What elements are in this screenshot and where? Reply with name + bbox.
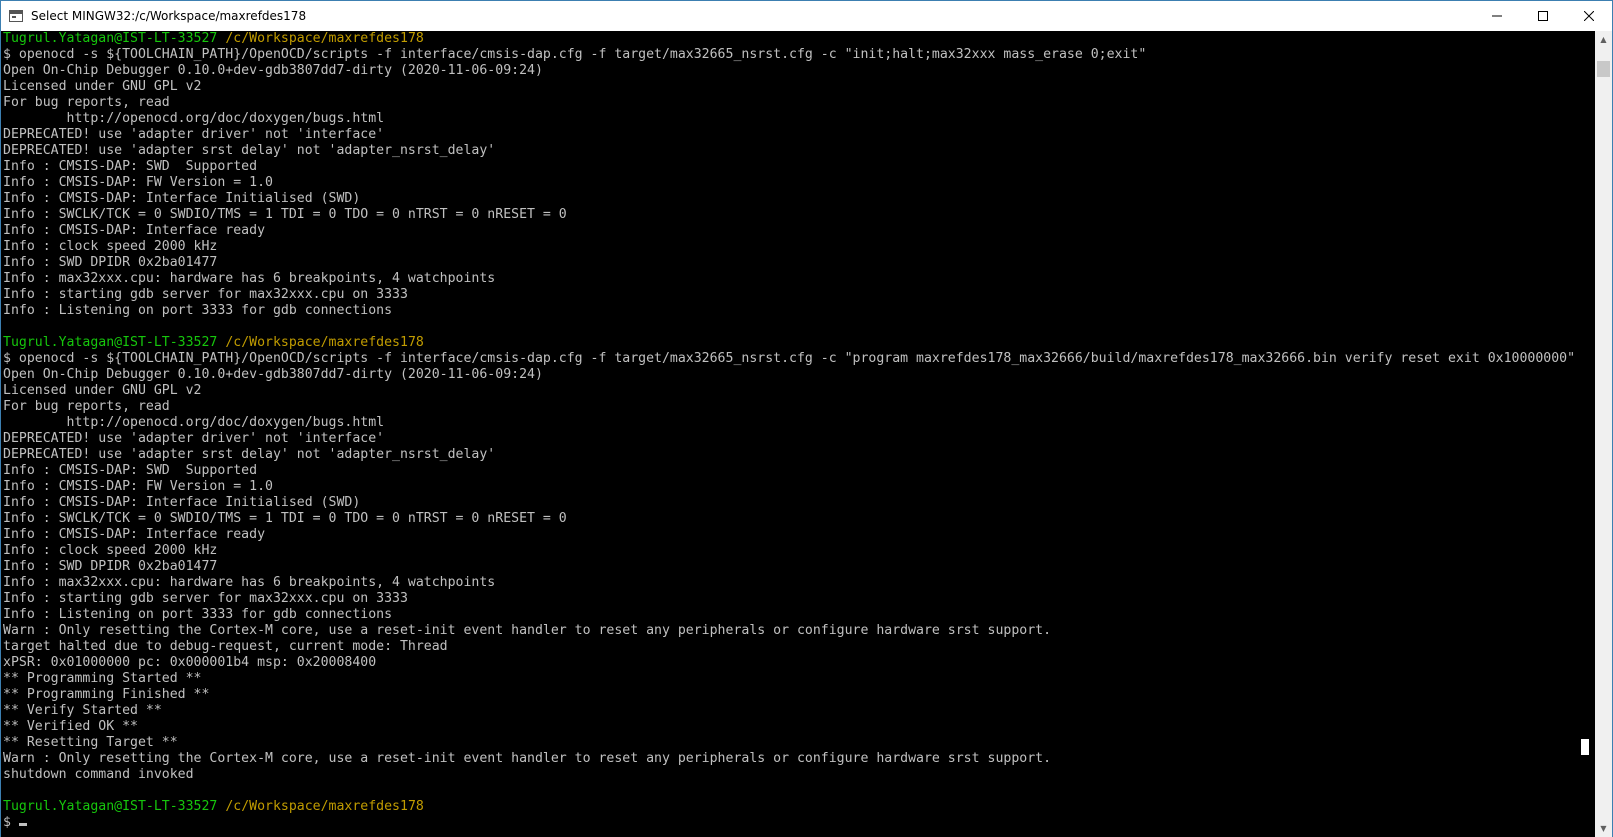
terminal-output[interactable]: Tugrul.Yatagan@IST-LT-33527 /c/Workspace… bbox=[1, 31, 1595, 837]
output-line: Info : CMSIS-DAP: Interface Initialised … bbox=[3, 495, 361, 510]
output-line: DEPRECATED! use 'adapter srst delay' not… bbox=[3, 143, 496, 158]
prompt-line: Tugrul.Yatagan@IST-LT-33527 /c/Workspace… bbox=[3, 335, 1595, 351]
terminal-lines: Tugrul.Yatagan@IST-LT-33527 /c/Workspace… bbox=[1, 31, 1595, 831]
maximize-button[interactable] bbox=[1520, 1, 1566, 31]
close-icon bbox=[1584, 11, 1594, 21]
text-cursor bbox=[18, 823, 27, 826]
output-line: Info : CMSIS-DAP: FW Version = 1.0 bbox=[3, 175, 273, 190]
output-line: Info : SWCLK/TCK = 0 SWDIO/TMS = 1 TDI =… bbox=[3, 207, 567, 222]
output-line: DEPRECATED! use 'adapter driver' not 'in… bbox=[3, 431, 385, 446]
prompt-line: Tugrul.Yatagan@IST-LT-33527 /c/Workspace… bbox=[3, 799, 1595, 815]
output-line: Open On-Chip Debugger 0.10.0+dev-gdb3807… bbox=[3, 367, 543, 382]
prompt-user: Tugrul.Yatagan@IST-LT-33527 bbox=[3, 31, 218, 46]
close-button[interactable] bbox=[1566, 1, 1612, 31]
output-line: Info : CMSIS-DAP: Interface ready bbox=[3, 527, 266, 542]
output-line: Info : starting gdb server for max32xxx.… bbox=[3, 591, 408, 606]
input-prompt: $ bbox=[3, 815, 19, 830]
minimize-button[interactable] bbox=[1474, 1, 1520, 31]
output-line: Info : clock speed 2000 kHz bbox=[3, 239, 218, 254]
output-line: Licensed under GNU GPL v2 bbox=[3, 79, 202, 94]
output-line: Info : CMSIS-DAP: SWD Supported bbox=[3, 159, 258, 174]
scroll-thumb[interactable] bbox=[1597, 61, 1610, 77]
output-line: For bug reports, read bbox=[3, 399, 170, 414]
prompt-user: Tugrul.Yatagan@IST-LT-33527 bbox=[3, 335, 218, 350]
output-line: xPSR: 0x01000000 pc: 0x000001b4 msp: 0x2… bbox=[3, 655, 377, 670]
vertical-scrollbar[interactable]: ▲ ▼ bbox=[1595, 31, 1612, 837]
output-line: ** Programming Started ** bbox=[3, 671, 202, 686]
output-line: ** Programming Finished ** bbox=[3, 687, 210, 702]
prompt-path: /c/Workspace/maxrefdes178 bbox=[225, 799, 424, 814]
selection-marker bbox=[1581, 739, 1589, 755]
input-line[interactable]: $ bbox=[3, 815, 1595, 831]
output-line: Info : max32xxx.cpu: hardware has 6 brea… bbox=[3, 271, 496, 286]
output-line: Info : SWD DPIDR 0x2ba01477 bbox=[3, 255, 218, 270]
output-line: Info : SWCLK/TCK = 0 SWDIO/TMS = 1 TDI =… bbox=[3, 511, 567, 526]
output-line: http://openocd.org/doc/doxygen/bugs.html bbox=[3, 415, 385, 430]
output-line: Open On-Chip Debugger 0.10.0+dev-gdb3807… bbox=[3, 63, 543, 78]
output-line: DEPRECATED! use 'adapter srst delay' not… bbox=[3, 447, 496, 462]
output-line: Info : CMSIS-DAP: Interface Initialised … bbox=[3, 191, 361, 206]
scroll-up-arrow-icon[interactable]: ▲ bbox=[1595, 31, 1612, 48]
output-line: $ openocd -s ${TOOLCHAIN_PATH}/OpenOCD/s… bbox=[3, 47, 1147, 62]
output-line: http://openocd.org/doc/doxygen/bugs.html bbox=[3, 111, 385, 126]
prompt-user: Tugrul.Yatagan@IST-LT-33527 bbox=[3, 799, 218, 814]
output-line: Info : clock speed 2000 kHz bbox=[3, 543, 218, 558]
output-line: Licensed under GNU GPL v2 bbox=[3, 383, 202, 398]
output-line: Info : CMSIS-DAP: SWD Supported bbox=[3, 463, 258, 478]
output-line: Info : Listening on port 3333 for gdb co… bbox=[3, 607, 393, 622]
output-line: Info : CMSIS-DAP: Interface ready bbox=[3, 223, 266, 238]
maximize-icon bbox=[1538, 11, 1548, 21]
output-line: Warn : Only resetting the Cortex-M core,… bbox=[3, 623, 1052, 638]
scroll-down-arrow-icon[interactable]: ▼ bbox=[1595, 820, 1612, 837]
terminal-app-icon[interactable] bbox=[9, 10, 23, 22]
window-controls bbox=[1474, 1, 1612, 31]
output-line: For bug reports, read bbox=[3, 95, 170, 110]
title-bar[interactable]: Select MINGW32:/c/Workspace/maxrefdes178 bbox=[1, 1, 1612, 31]
prompt-path: /c/Workspace/maxrefdes178 bbox=[225, 31, 424, 46]
output-line: ** Verify Started ** bbox=[3, 703, 162, 718]
output-line: DEPRECATED! use 'adapter driver' not 'in… bbox=[3, 127, 385, 142]
prompt-line: Tugrul.Yatagan@IST-LT-33527 /c/Workspace… bbox=[3, 31, 1595, 47]
prompt-path: /c/Workspace/maxrefdes178 bbox=[225, 335, 424, 350]
output-line: $ openocd -s ${TOOLCHAIN_PATH}/OpenOCD/s… bbox=[3, 351, 1576, 366]
output-line: target halted due to debug-request, curr… bbox=[3, 639, 448, 654]
output-line: Warn : Only resetting the Cortex-M core,… bbox=[3, 751, 1052, 766]
output-line: Info : max32xxx.cpu: hardware has 6 brea… bbox=[3, 575, 496, 590]
output-line: Info : starting gdb server for max32xxx.… bbox=[3, 287, 408, 302]
output-line: Info : Listening on port 3333 for gdb co… bbox=[3, 303, 393, 318]
terminal-window: Select MINGW32:/c/Workspace/maxrefdes178… bbox=[0, 0, 1613, 837]
output-line: ** Resetting Target ** bbox=[3, 735, 178, 750]
window-title: Select MINGW32:/c/Workspace/maxrefdes178 bbox=[31, 9, 307, 23]
output-line: ** Verified OK ** bbox=[3, 719, 138, 734]
output-line: Info : SWD DPIDR 0x2ba01477 bbox=[3, 559, 218, 574]
minimize-icon bbox=[1492, 15, 1502, 17]
output-line: Info : CMSIS-DAP: FW Version = 1.0 bbox=[3, 479, 273, 494]
output-line: shutdown command invoked bbox=[3, 767, 194, 782]
